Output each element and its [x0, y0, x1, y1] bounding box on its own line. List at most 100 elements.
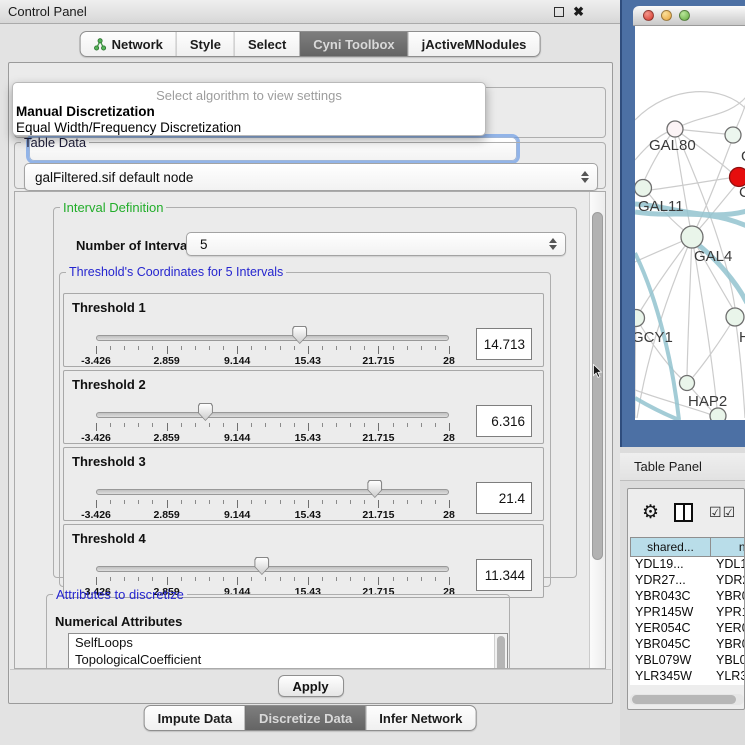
network-node-hap2[interactable]	[680, 376, 695, 391]
node-table[interactable]: shared...na YDL19...YDL1YDR27...YDR2YBR0…	[630, 537, 744, 685]
node-label: GAL	[741, 148, 745, 165]
network-node-gal[interactable]	[725, 127, 741, 143]
slider-track[interactable]	[96, 566, 449, 572]
network-node-h[interactable]	[726, 308, 744, 326]
control-panel: Control Panel ✖ Network StyleSelectCyni T…	[0, 0, 620, 745]
select-columns-icons[interactable]: ☑☑	[709, 505, 735, 519]
table-cell[interactable]: YBR0	[711, 589, 744, 605]
threshold-title: Threshold 4	[72, 531, 146, 546]
slider-thumb[interactable]	[292, 326, 307, 344]
table-hscroll-thumb[interactable]	[632, 695, 736, 704]
gear-icon[interactable]: ⚙	[642, 503, 659, 522]
table-cell[interactable]: YLR3	[711, 669, 744, 685]
table-row[interactable]: YBL079WYBL0	[630, 653, 744, 669]
checkbox-icon[interactable]: ☑	[709, 505, 722, 519]
table-cell[interactable]: YBL079W	[630, 653, 711, 669]
slider-track[interactable]	[96, 489, 449, 495]
checkbox-icon[interactable]: ☑	[723, 505, 736, 519]
slider-thumb[interactable]	[367, 480, 382, 498]
minimize-traffic-icon[interactable]	[661, 10, 672, 21]
table-cell[interactable]: YBR045C	[630, 637, 711, 653]
attribute-list-item[interactable]: SelfLoops	[69, 634, 507, 651]
table-cell[interactable]: YDL1	[711, 557, 744, 573]
table-cell[interactable]: YDR27...	[630, 573, 711, 589]
table-cell[interactable]: YDR2	[711, 573, 744, 589]
close-traffic-icon[interactable]	[643, 10, 654, 21]
apply-button[interactable]: Apply	[278, 675, 344, 697]
cyni-toolbox-panel: Discretization Algorithm Table Data galF…	[8, 62, 613, 704]
tab-label: Network	[112, 37, 163, 52]
numerical-attributes-list[interactable]: SelfLoopsTopologicalCoefficientBetweenne…	[68, 633, 508, 669]
threshold-3-row: Threshold 3-3.4262.8599.14415.4321.71528…	[63, 447, 544, 521]
network-node-gal4[interactable]	[681, 226, 703, 248]
attribute-list-item[interactable]: TopologicalCoefficient	[69, 651, 507, 668]
table-panel: ⚙ ☑☑ shared...na YDL19...YDL1YDR27...YDR…	[627, 488, 745, 710]
table-row[interactable]: YER054CYER0	[630, 621, 744, 637]
bottom-tab-impute-data[interactable]: Impute Data	[145, 706, 245, 730]
threshold-title: Threshold 2	[72, 377, 146, 392]
table-cell[interactable]: YLR345W	[630, 669, 711, 685]
node-label: C	[739, 184, 745, 201]
tab-label: Infer Network	[379, 711, 462, 726]
table-row[interactable]: YLR345WYLR3	[630, 669, 744, 685]
table-row[interactable]: YBR045CYBR0	[630, 637, 744, 653]
panel-title: Control Panel	[8, 4, 554, 19]
network-node[interactable]	[710, 408, 726, 420]
slider-track[interactable]	[96, 412, 449, 418]
table-cell[interactable]: YPR1	[711, 605, 744, 621]
algorithm-option-equal-width[interactable]: Equal Width/Frequency Discretization	[16, 120, 241, 135]
table-row[interactable]: YDR27...YDR2	[630, 573, 744, 589]
table-cell[interactable]: YER054C	[630, 621, 711, 637]
slider-thumb[interactable]	[254, 557, 269, 575]
vertical-scrollbar[interactable]	[589, 192, 605, 668]
table-cell[interactable]: YER0	[711, 621, 744, 637]
column-browser-icon[interactable]	[674, 503, 693, 522]
table-cell[interactable]: YDL19...	[630, 557, 711, 573]
algorithm-option-manual[interactable]: Manual Discretization	[16, 104, 155, 119]
tab-label: Discretize Data	[259, 711, 352, 726]
slider-thumb[interactable]	[198, 403, 213, 421]
network-window-titlebar	[633, 6, 745, 26]
table-column-header[interactable]: na	[711, 537, 744, 557]
table-cell[interactable]: YBR0	[711, 637, 744, 653]
attributes-fieldset-label: Attributes to discretize	[53, 587, 187, 602]
table-row[interactable]: YDL19...YDL1	[630, 557, 744, 573]
table-data-combobox[interactable]: galFiltered.sif default node	[24, 163, 598, 191]
table-horizontal-scrollbar[interactable]	[630, 694, 744, 705]
float-window-icon[interactable]	[554, 7, 564, 17]
tab-label: Impute Data	[158, 711, 232, 726]
threshold-value-field[interactable]: 21.4	[476, 482, 532, 514]
attributes-scrollbar[interactable]	[494, 634, 507, 669]
number-of-intervals-combobox[interactable]: 5	[186, 232, 566, 256]
tab-style[interactable]: Style	[176, 32, 234, 56]
table-cell[interactable]: YBL0	[711, 653, 744, 669]
bottom-tab-discretize-data[interactable]: Discretize Data	[245, 706, 365, 730]
tab-network[interactable]: Network	[81, 32, 176, 56]
table-column-header[interactable]: shared...	[630, 537, 711, 557]
tab-select[interactable]: Select	[234, 32, 299, 56]
control-panel-titlebar: Control Panel ✖	[0, 0, 620, 24]
table-toolbar: ⚙ ☑☑	[628, 489, 744, 535]
threshold-1-row: Threshold 1-3.4262.8599.14415.4321.71528…	[63, 293, 544, 367]
apply-strip: Apply	[10, 669, 611, 703]
network-node-gal11[interactable]	[635, 180, 652, 197]
bottom-tab-infer-network[interactable]: Infer Network	[365, 706, 475, 730]
vertical-scrollbar-thumb[interactable]	[592, 212, 603, 560]
tab-jactivemnodules[interactable]: jActiveMNodules	[408, 32, 540, 56]
table-cell[interactable]: YPR145W	[630, 605, 711, 621]
table-row[interactable]: YBR043CYBR0	[630, 589, 744, 605]
table-data-selected-value: galFiltered.sif default node	[25, 170, 193, 185]
table-row[interactable]: YPR145WYPR1	[630, 605, 744, 621]
network-node-gcy1[interactable]	[635, 310, 645, 327]
close-icon[interactable]: ✖	[573, 7, 584, 17]
tab-cyni-toolbox[interactable]: Cyni Toolbox	[299, 32, 407, 56]
attributes-scrollbar-thumb[interactable]	[497, 636, 505, 669]
zoom-traffic-icon[interactable]	[679, 10, 690, 21]
slider-track[interactable]	[96, 335, 449, 341]
threshold-value-field[interactable]: 14.713	[476, 328, 532, 360]
table-header-row[interactable]: shared...na	[630, 537, 744, 557]
threshold-value-field[interactable]: 6.316	[476, 405, 532, 437]
table-cell[interactable]: YBR043C	[630, 589, 711, 605]
network-canvas[interactable]: GAL80GALCGAL11GAL4GCY1HHAP2	[635, 26, 745, 420]
network-node-gal80[interactable]	[667, 121, 683, 137]
